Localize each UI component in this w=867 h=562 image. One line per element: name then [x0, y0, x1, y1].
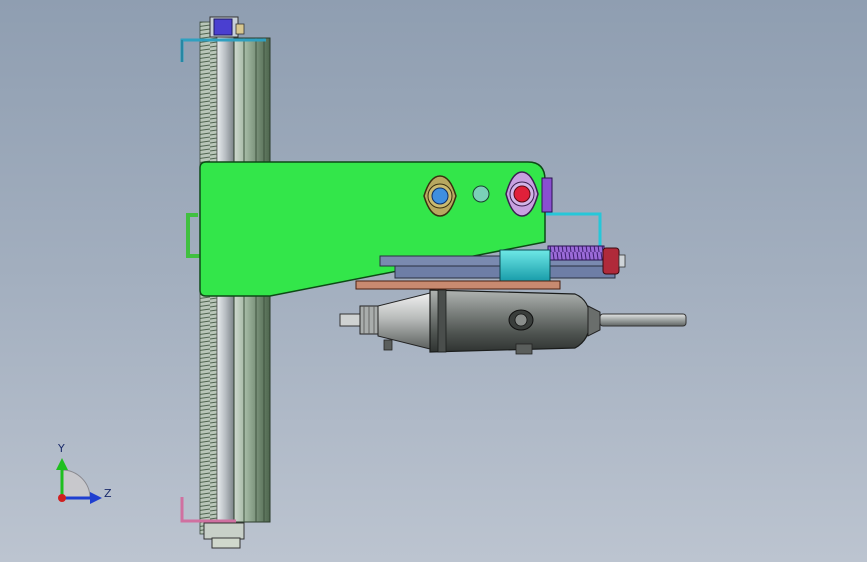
feed-carriage-block[interactable]: [499, 249, 551, 283]
collet[interactable]: [339, 313, 363, 327]
cad-model-view[interactable]: [0, 0, 867, 562]
feed-screw[interactable]: [547, 245, 605, 261]
bottom-end-cap[interactable]: [203, 522, 245, 540]
triad-plane-quarter: [61, 469, 91, 499]
top-motor-coupler[interactable]: [213, 18, 233, 36]
cad-viewport[interactable]: Y Z: [0, 0, 867, 562]
plate-edge-tab[interactable]: [541, 177, 553, 213]
tool-tail[interactable]: [587, 305, 601, 337]
tool-cord[interactable]: [599, 313, 687, 327]
feed-end-knob[interactable]: [602, 247, 620, 275]
z-axis-label: Z: [104, 487, 112, 500]
axis-triad: [56, 458, 102, 504]
rotary-tool[interactable]: [339, 289, 687, 355]
center-hole[interactable]: [472, 185, 490, 203]
tool-mount-plate[interactable]: [355, 280, 561, 290]
triad-origin: [58, 494, 66, 502]
y-axis-label: Y: [58, 442, 65, 455]
